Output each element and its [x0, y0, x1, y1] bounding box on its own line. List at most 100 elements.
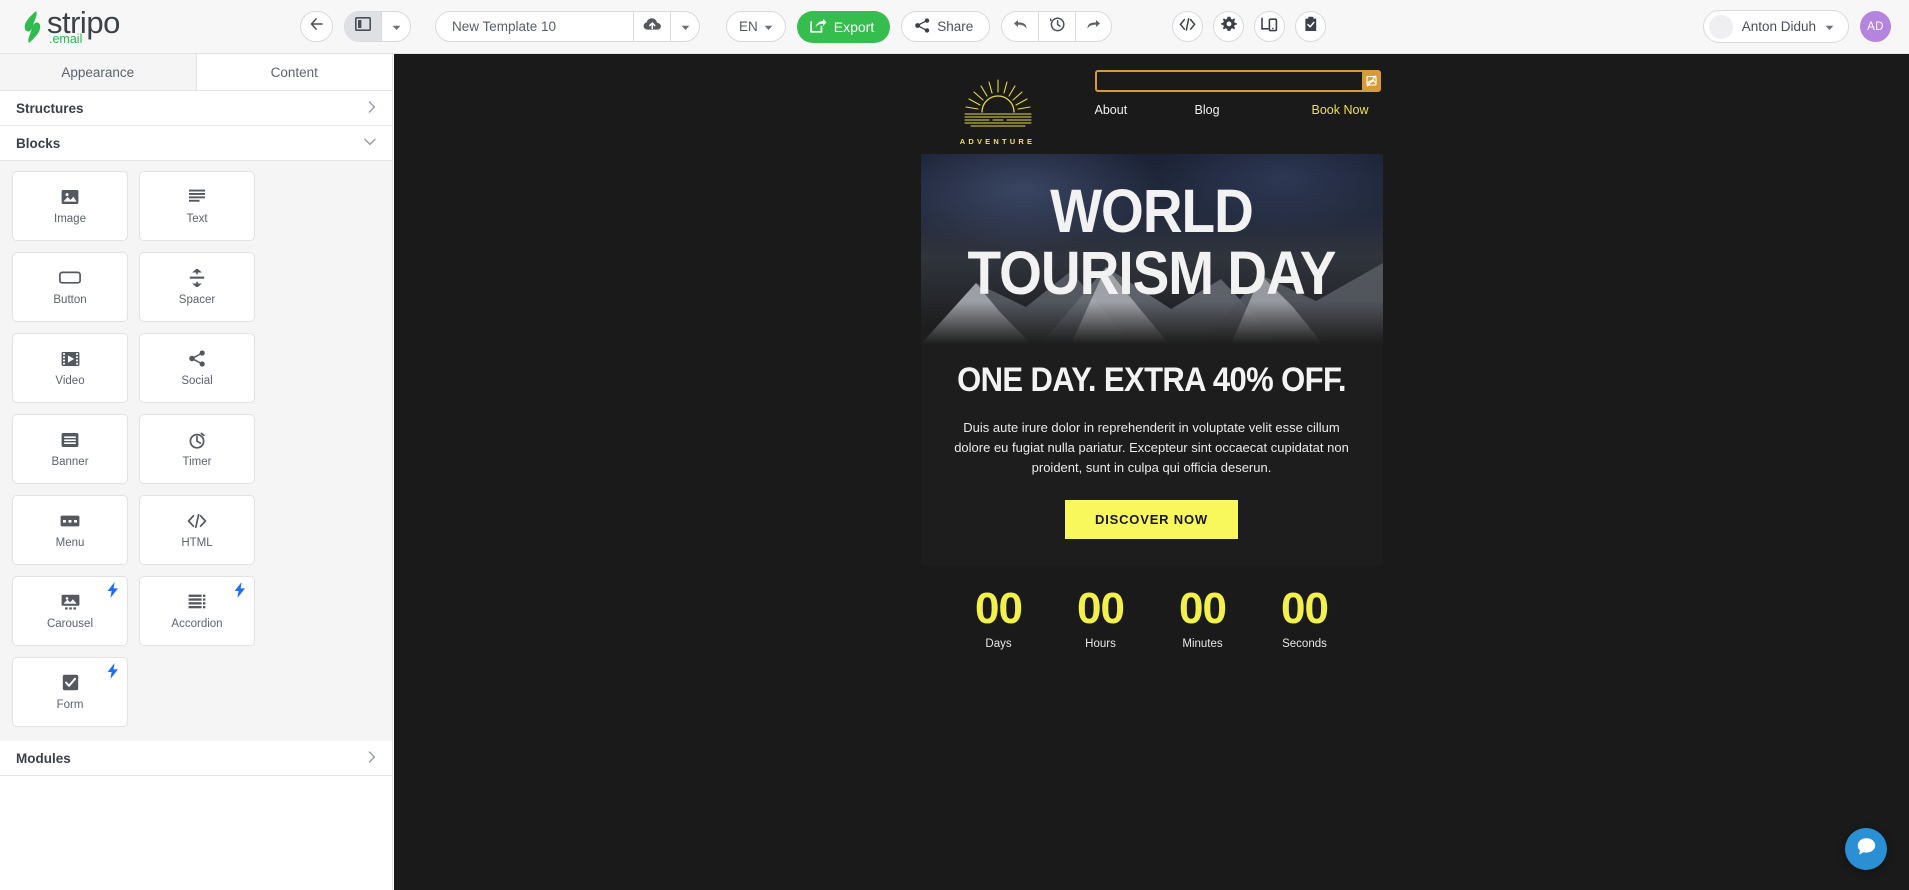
nav-link-blog[interactable]: Blog	[1195, 103, 1312, 117]
block-card-timer[interactable]: Timer	[139, 414, 255, 484]
email-template: ADVENTURE About Blog Book Now WORLD TOUR…	[920, 54, 1383, 677]
discover-now-button[interactable]: DISCOVER NOW	[1065, 500, 1238, 540]
share-button[interactable]: Share	[901, 11, 991, 42]
selected-menu-block[interactable]	[1094, 70, 1381, 92]
chat-bubble-icon	[1856, 836, 1877, 862]
block-card-accordion[interactable]: Accordion	[139, 576, 255, 646]
section-modules-label: Modules	[16, 750, 71, 766]
image-icon	[61, 188, 79, 206]
countdown-cell-hours: 00 Hours	[1061, 584, 1141, 651]
avatar[interactable]: AD	[1860, 11, 1891, 42]
block-card-text[interactable]: Text	[139, 171, 255, 241]
undo-arrow-icon	[1012, 17, 1029, 36]
block-label: Video	[55, 374, 85, 387]
template-name-value: New Template 10	[452, 19, 557, 34]
code-view-button[interactable]	[1172, 11, 1204, 42]
share-label: Share	[937, 19, 974, 34]
chevron-down-icon	[1825, 19, 1834, 34]
clipboard-check-icon	[1304, 16, 1318, 37]
sunrise-logo-icon	[959, 79, 1037, 134]
export-button[interactable]: Export	[796, 10, 891, 43]
banner-icon	[61, 431, 79, 449]
section-modules[interactable]: Modules	[0, 741, 392, 776]
tab-content-label: Content	[270, 64, 318, 80]
back-button[interactable]	[300, 11, 333, 42]
block-card-carousel[interactable]: Carousel	[12, 576, 128, 646]
accordion-icon	[188, 593, 206, 611]
block-card-video[interactable]: Video	[12, 333, 128, 403]
block-card-html[interactable]: HTML	[139, 495, 255, 565]
blocks-panel: Image Text Button Spacer Video Social Banner Ti…	[0, 161, 392, 741]
history-button[interactable]	[1038, 12, 1075, 41]
countdown-value: 00	[975, 584, 1023, 634]
nav-link-about[interactable]: About	[1095, 103, 1195, 117]
block-card-form[interactable]: Form	[12, 657, 128, 727]
language-selector[interactable]: EN	[726, 11, 786, 42]
panel-layout-button[interactable]	[345, 12, 381, 41]
template-name-input[interactable]: New Template 10	[435, 11, 633, 42]
history-clock-icon	[1049, 16, 1065, 37]
countdown-cell-seconds: 00 Seconds	[1265, 587, 1345, 651]
block-label: Button	[53, 293, 87, 306]
countdown-row: 00 Days 00 Hours 00 Minutes 00 Seconds	[921, 584, 1383, 651]
section-structures[interactable]: Structures	[0, 91, 392, 126]
app-logo[interactable]: stripo .email	[0, 0, 300, 54]
tab-appearance[interactable]: Appearance	[0, 54, 197, 90]
save-dropdown-button[interactable]	[671, 11, 700, 42]
block-card-image[interactable]: Image	[12, 171, 128, 241]
block-label: Spacer	[178, 293, 216, 306]
panel-dropdown-button[interactable]	[381, 12, 410, 41]
block-card-menu[interactable]: Menu	[12, 495, 128, 565]
save-to-cloud-button[interactable]	[633, 11, 671, 42]
section-blocks-label: Blocks	[16, 135, 61, 151]
top-toolbar: stripo .email New Template 10 EN Export …	[0, 0, 1909, 54]
block-label: Accordion	[171, 617, 223, 630]
lightning-bolt-icon	[107, 663, 119, 681]
countdown-value: 00	[1077, 584, 1125, 634]
chevron-right-icon	[368, 100, 376, 116]
undo-button[interactable]	[1002, 12, 1038, 41]
countdown-label: Minutes	[1182, 638, 1223, 651]
chevron-down-icon	[364, 137, 376, 149]
block-card-spacer[interactable]: Spacer	[139, 252, 255, 322]
brand-logo[interactable]: ADVENTURE	[959, 78, 1037, 146]
section-blocks[interactable]: Blocks	[0, 126, 392, 161]
section-structures-label: Structures	[16, 100, 84, 116]
user-menu[interactable]: Anton Diduh	[1702, 10, 1849, 43]
email-header: ADVENTURE About Blog Book Now	[921, 70, 1383, 154]
block-label: Menu	[55, 536, 85, 549]
checklist-button[interactable]	[1295, 11, 1327, 42]
block-card-button[interactable]: Button	[12, 252, 128, 322]
hero-headline[interactable]: ONE DAY. EXTRA 40% OFF.	[949, 360, 1355, 400]
panel-tabs: Appearance Content	[0, 54, 392, 91]
no-image-icon[interactable]	[1361, 71, 1381, 91]
export-icon	[810, 18, 827, 36]
video-icon	[61, 350, 80, 368]
countdown-cell-days: 00 Days	[959, 584, 1039, 651]
panel-layout-icon	[355, 17, 371, 36]
hero-paragraph[interactable]: Duis aute irure dolor in reprehenderit i…	[949, 418, 1355, 478]
countdown-timer-block[interactable]: 00 Days 00 Hours 00 Minutes 00 Seconds	[921, 565, 1383, 676]
block-label: Image	[54, 212, 86, 225]
chat-support-button[interactable]	[1845, 828, 1887, 870]
block-label: Carousel	[46, 617, 94, 630]
block-card-social[interactable]: Social	[139, 333, 255, 403]
chevron-down-icon	[764, 19, 773, 34]
block-label: Social	[181, 374, 213, 387]
panel-toggle-group[interactable]	[344, 11, 411, 42]
hero-banner[interactable]: WORLD TOURISM DAY ONE DAY. EXTRA 40% OFF…	[920, 154, 1383, 566]
device-preview-button[interactable]	[1254, 11, 1286, 42]
block-label: Timer	[182, 455, 212, 468]
settings-button[interactable]	[1213, 11, 1245, 42]
redo-button[interactable]	[1075, 12, 1111, 41]
lightning-bolt-icon	[234, 582, 246, 600]
timer-icon	[188, 431, 206, 449]
carousel-icon	[61, 593, 80, 611]
nav-link-book-now[interactable]: Book Now	[1312, 103, 1369, 117]
tab-content[interactable]: Content	[196, 54, 392, 90]
device-preview-icon	[1261, 17, 1278, 37]
block-label: Form	[56, 698, 84, 711]
countdown-label: Days	[985, 638, 1012, 651]
block-card-banner[interactable]: Banner	[12, 414, 128, 484]
history-controls-group[interactable]	[1001, 11, 1113, 42]
